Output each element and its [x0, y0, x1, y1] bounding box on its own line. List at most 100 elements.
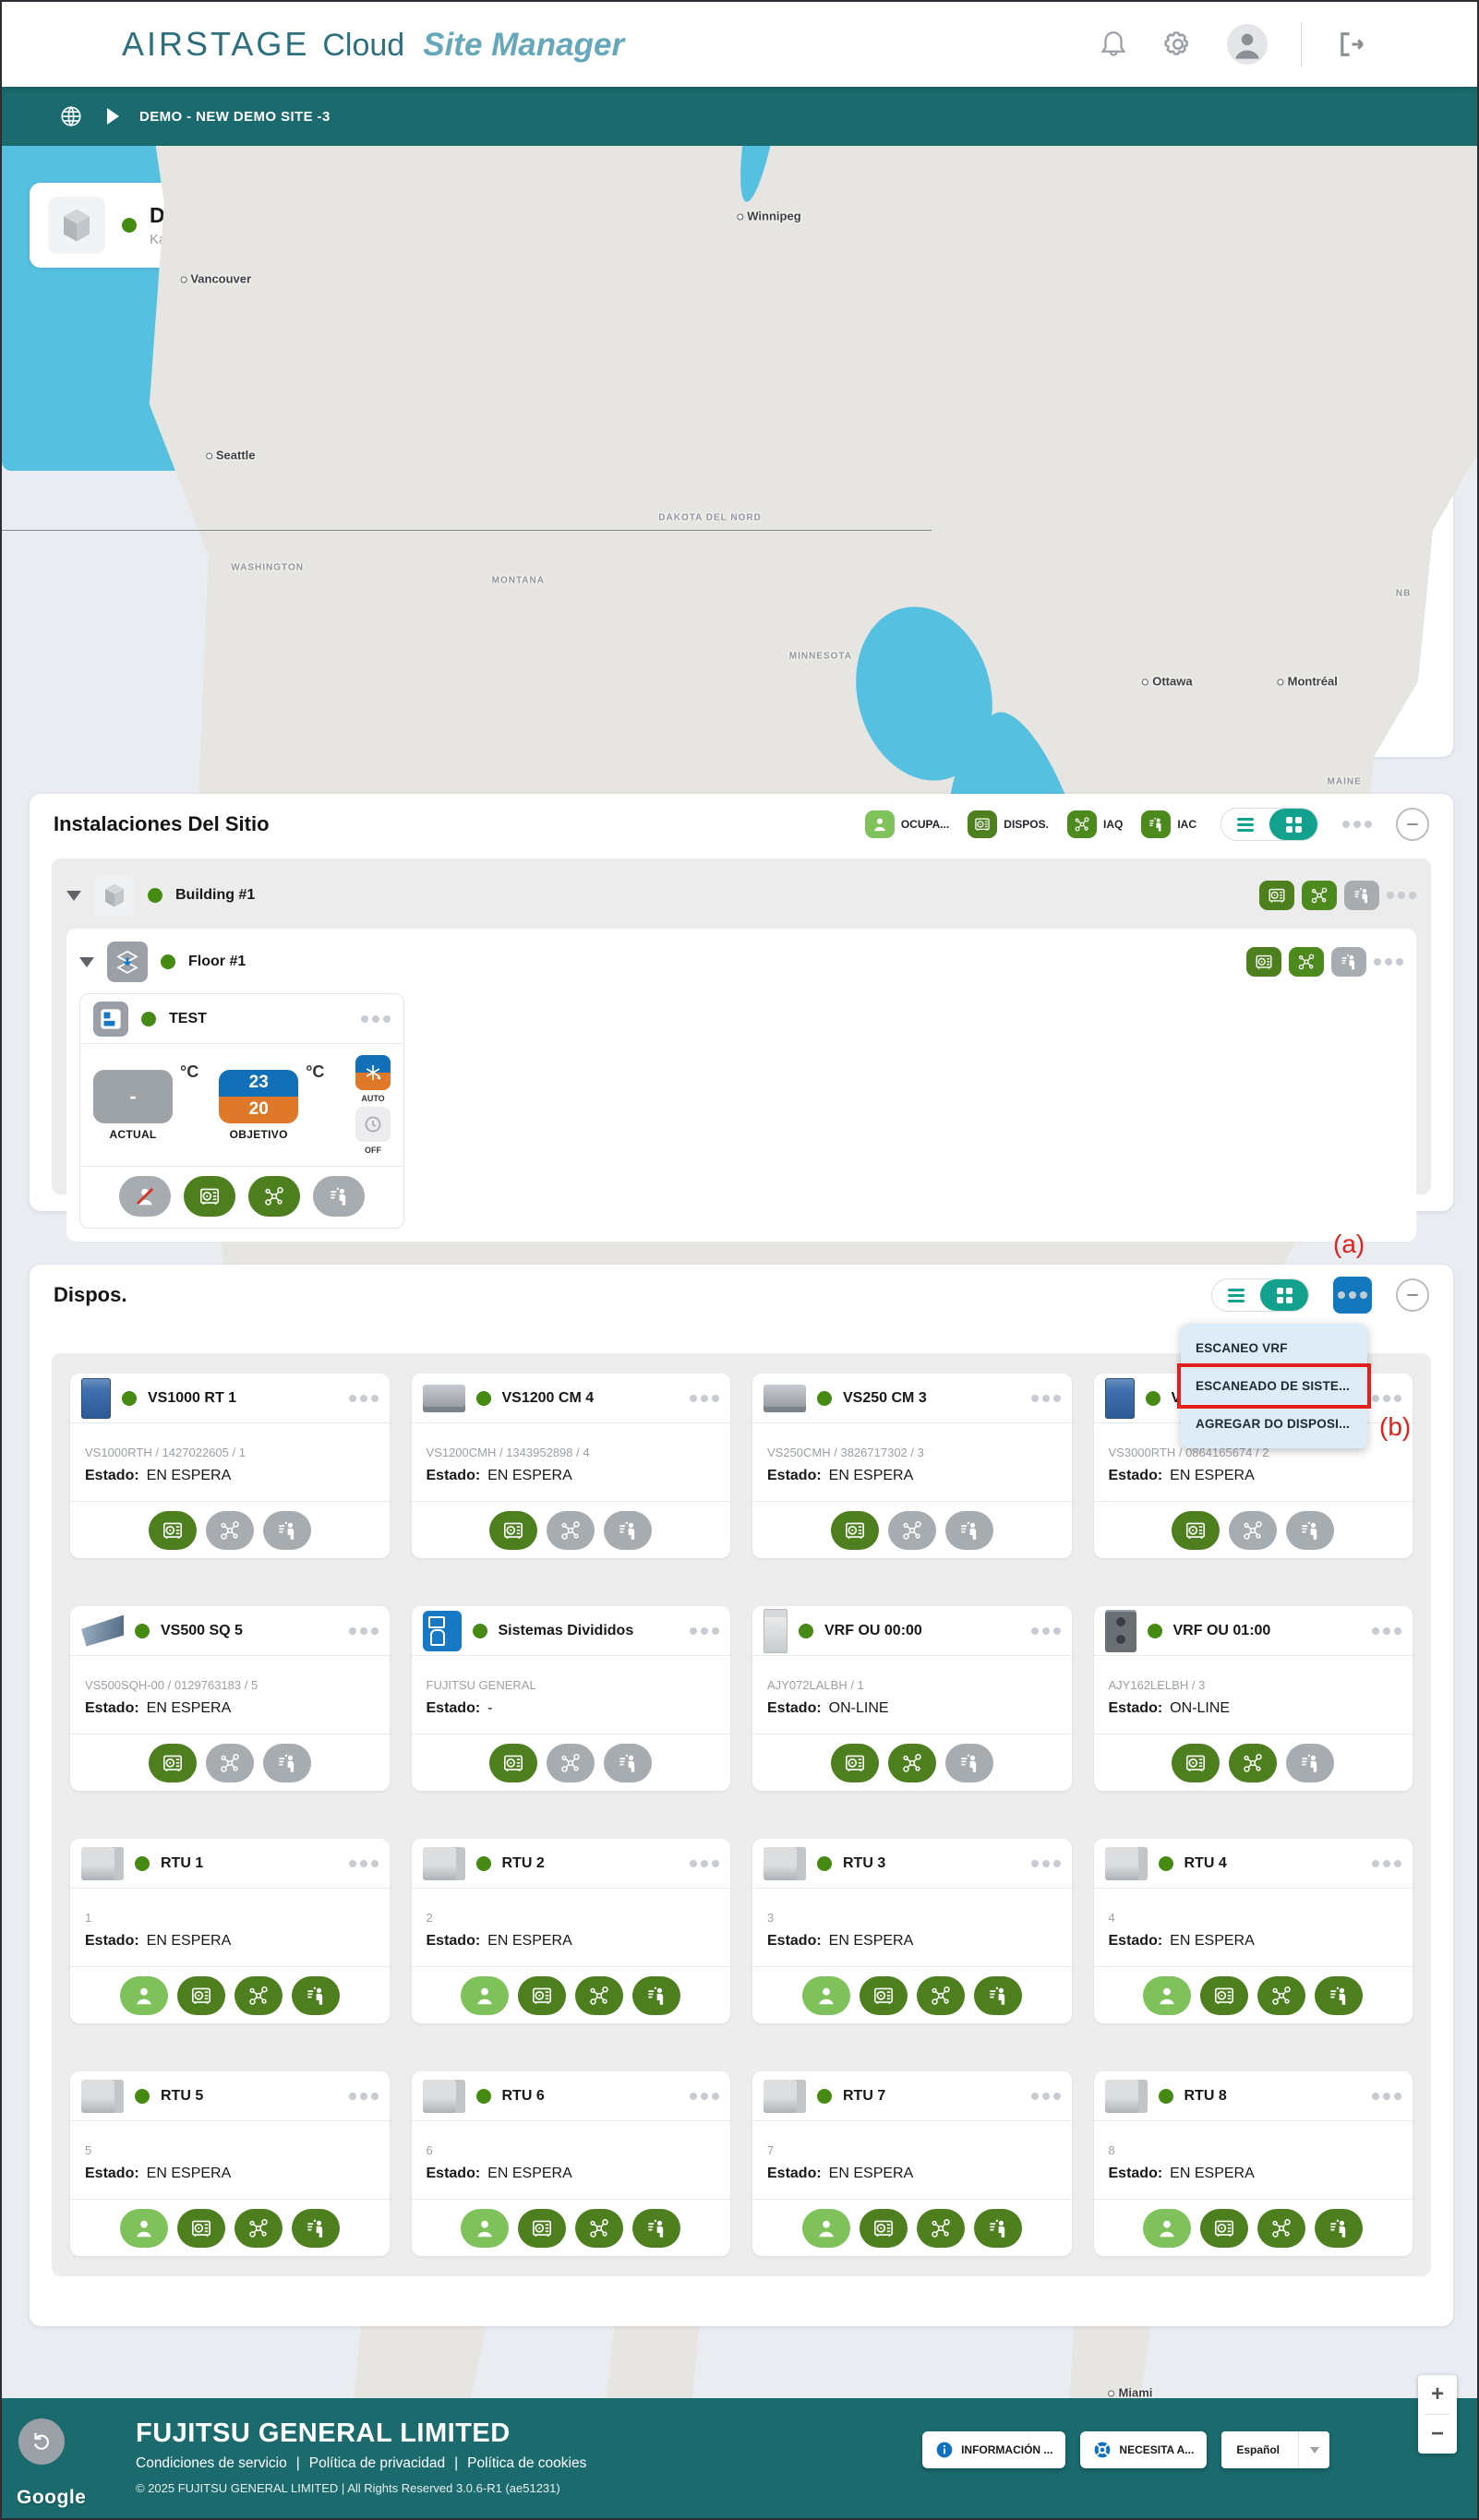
device-iac-icon[interactable]: [292, 2209, 340, 2248]
device-more-menu-icon[interactable]: [349, 1627, 379, 1635]
building-more-menu-icon[interactable]: [1387, 892, 1416, 899]
footer-link-cookies[interactable]: Política de cookies: [467, 2455, 586, 2472]
language-caret-icon[interactable]: [1298, 2431, 1329, 2468]
device-card[interactable]: VRF OU 00:00 AJY072LALBH / 1 Estado:ON-L…: [752, 1606, 1072, 1791]
device-more-menu-icon[interactable]: [1031, 1860, 1061, 1867]
device-iaq-icon[interactable]: [547, 1511, 595, 1550]
device-unit-icon[interactable]: [518, 2209, 566, 2248]
device-iaq-icon[interactable]: [206, 1511, 254, 1550]
zone-card-test[interactable]: TEST - ACTUAL °C 23: [79, 993, 404, 1229]
device-iaq-icon[interactable]: [1229, 1744, 1277, 1782]
device-iac-icon[interactable]: [1315, 1976, 1363, 2015]
device-iaq-icon[interactable]: [575, 2209, 623, 2248]
device-unit-icon[interactable]: [518, 1976, 566, 2015]
device-more-menu-icon[interactable]: [349, 1860, 379, 1867]
building-row[interactable]: Building #1: [66, 870, 1416, 921]
device-occupancy-icon[interactable]: [461, 1976, 509, 2015]
device-card[interactable]: VS500 SQ 5 VS500SQH-00 / 0129763183 / 5 …: [70, 1606, 390, 1791]
device-iaq-icon[interactable]: [888, 1744, 936, 1782]
timer-clock-icon[interactable]: [355, 1107, 391, 1142]
device-unit-icon[interactable]: [1200, 1976, 1248, 2015]
floor-more-menu-icon[interactable]: [1374, 958, 1403, 966]
device-iac-icon[interactable]: [263, 1744, 311, 1782]
device-unit-icon[interactable]: [149, 1744, 197, 1782]
device-more-menu-icon[interactable]: [690, 1627, 719, 1635]
device-occupancy-icon[interactable]: [120, 2209, 168, 2248]
device-more-menu-icon[interactable]: [690, 1395, 719, 1402]
device-iaq-icon[interactable]: [234, 2209, 283, 2248]
need-help-button[interactable]: NECESITA A...: [1080, 2431, 1207, 2468]
devices-collapse-button[interactable]: [1396, 1278, 1429, 1312]
device-iac-icon[interactable]: [604, 1511, 652, 1550]
device-card[interactable]: RTU 4 4 Estado:EN ESPERA: [1094, 1839, 1413, 2023]
devices-view-toggle[interactable]: [1211, 1278, 1309, 1312]
device-unit-icon[interactable]: [149, 1511, 197, 1550]
device-card[interactable]: RTU 2 2 Estado:EN ESPERA: [412, 1839, 731, 2023]
device-occupancy-icon[interactable]: [1143, 2209, 1191, 2248]
zone-occupancy-off-icon[interactable]: [119, 1176, 171, 1217]
device-unit-icon[interactable]: [489, 1744, 537, 1782]
device-more-menu-icon[interactable]: [1031, 1627, 1061, 1635]
device-iac-icon[interactable]: [632, 2209, 680, 2248]
logout-icon[interactable]: [1335, 29, 1366, 60]
building-expand-icon[interactable]: [66, 891, 81, 901]
device-occupancy-icon[interactable]: [120, 1976, 168, 2015]
device-iac-icon[interactable]: [945, 1511, 993, 1550]
information-button[interactable]: INFORMACIÓN ...: [922, 2431, 1065, 2468]
list-view-icon[interactable]: [1221, 809, 1269, 840]
settings-gear-icon[interactable]: [1162, 29, 1194, 60]
device-card[interactable]: RTU 8 8 Estado:EN ESPERA: [1094, 2071, 1413, 2256]
device-unit-icon[interactable]: [860, 1976, 908, 2015]
footer-link-terms[interactable]: Condiciones de servicio: [136, 2455, 287, 2472]
device-more-menu-icon[interactable]: [1031, 2093, 1061, 2100]
footer-link-privacy[interactable]: Política de privacidad: [309, 2455, 445, 2472]
device-iaq-icon[interactable]: [206, 1744, 254, 1782]
menu-item-escaneo-vrf[interactable]: ESCANEO VRF: [1181, 1329, 1367, 1367]
device-iac-icon[interactable]: [292, 1976, 340, 2015]
device-more-menu-icon[interactable]: [1372, 1860, 1401, 1867]
device-more-menu-icon[interactable]: [690, 2093, 719, 2100]
device-iac-icon[interactable]: [1315, 2209, 1363, 2248]
device-iaq-icon[interactable]: [575, 1976, 623, 2015]
device-iac-icon[interactable]: [1286, 1511, 1334, 1550]
device-card[interactable]: RTU 1 1 Estado:EN ESPERA: [70, 1839, 390, 2023]
zone-iaq-icon[interactable]: [248, 1176, 300, 1217]
zone-iac-icon[interactable]: [313, 1176, 365, 1217]
device-card[interactable]: RTU 6 6 Estado:EN ESPERA: [412, 2071, 731, 2256]
device-iac-icon[interactable]: [263, 1511, 311, 1550]
device-iaq-icon[interactable]: [917, 2209, 965, 2248]
device-unit-icon[interactable]: [489, 1511, 537, 1550]
floor-iaq-icon[interactable]: [1289, 947, 1324, 977]
building-devices-icon[interactable]: [1259, 881, 1294, 910]
device-card[interactable]: VS1000 RT 1 VS1000RTH / 1427022605 / 1 E…: [70, 1374, 390, 1558]
device-iac-icon[interactable]: [1286, 1744, 1334, 1782]
device-occupancy-icon[interactable]: [1143, 1976, 1191, 2015]
floor-devices-icon[interactable]: [1246, 947, 1281, 977]
device-unit-icon[interactable]: [177, 2209, 225, 2248]
device-iaq-icon[interactable]: [234, 1976, 283, 2015]
device-more-menu-icon[interactable]: [690, 1860, 719, 1867]
device-iaq-icon[interactable]: [1229, 1511, 1277, 1550]
device-iaq-icon[interactable]: [888, 1511, 936, 1550]
device-occupancy-icon[interactable]: [802, 2209, 850, 2248]
floor-expand-icon[interactable]: [79, 957, 94, 967]
device-iac-icon[interactable]: [604, 1744, 652, 1782]
menu-item-agregar-dispositivo[interactable]: AGREGAR DO DISPOSI...: [1181, 1405, 1367, 1443]
menu-item-escaneado-de-sistema[interactable]: ESCANEADO DE SISTE...: [1181, 1367, 1367, 1405]
breadcrumb-site-label[interactable]: DEMO - NEW DEMO SITE -3: [139, 109, 331, 125]
device-iaq-icon[interactable]: [1257, 2209, 1305, 2248]
device-more-menu-icon[interactable]: [349, 1395, 379, 1402]
device-card[interactable]: Sistemas Divididos FUJITSU GENERAL Estad…: [412, 1606, 731, 1791]
grid-view-icon[interactable]: [1269, 809, 1317, 840]
building-iac-icon[interactable]: [1344, 881, 1379, 910]
device-more-menu-icon[interactable]: [1372, 1627, 1401, 1635]
floor-iac-icon[interactable]: [1331, 947, 1366, 977]
device-unit-icon[interactable]: [1200, 2209, 1248, 2248]
device-more-menu-icon[interactable]: [1372, 2093, 1401, 2100]
device-unit-icon[interactable]: [831, 1511, 879, 1550]
device-card[interactable]: RTU 7 7 Estado:EN ESPERA: [752, 2071, 1072, 2256]
device-iaq-icon[interactable]: [547, 1744, 595, 1782]
device-card[interactable]: RTU 5 5 Estado:EN ESPERA: [70, 2071, 390, 2256]
mode-auto-icon[interactable]: [355, 1055, 391, 1090]
globe-icon[interactable]: [59, 104, 83, 128]
